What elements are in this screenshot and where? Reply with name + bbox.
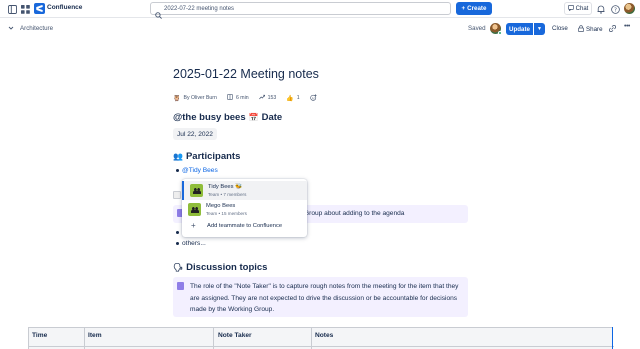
sidebar-toggle-icon[interactable] [7, 4, 17, 14]
list-bullet [176, 242, 179, 245]
mention-option-tidy-bees[interactable]: Tidy Bees 🐝 Team • 7 members [182, 181, 307, 200]
discussion-topics-heading: 🗣 Discussion topics [173, 262, 267, 273]
share-label: Share [586, 25, 603, 33]
app-switcher-icon[interactable] [20, 4, 30, 14]
byline-likes: 1 [296, 95, 300, 101]
list-bullet [176, 231, 179, 234]
mention-option-name: Mego Bees [206, 203, 236, 209]
close-button[interactable]: Close [552, 25, 568, 32]
mention-suggestions-dropdown: Tidy Bees 🐝 Team • 7 members Mego Bees T… [182, 179, 307, 237]
top-navigation-bar: Confluence 2022-07-22 meeting notes + Cr… [0, 0, 640, 19]
chat-button[interactable]: Chat [564, 2, 592, 15]
page-title: 2025-01-22 Meeting notes [173, 67, 319, 81]
mention-option-mego-bees[interactable]: Mego Bees Team • 15 members [182, 200, 307, 219]
date-heading-suffix: Date [261, 112, 283, 123]
note-taker-panel-text: The role of the "Note Taker" is to captu… [190, 283, 459, 313]
list-bullet [176, 169, 179, 172]
discussion-topics-heading-text: Discussion topics [186, 262, 268, 273]
date-chip[interactable]: Jul 22, 2022 [173, 128, 217, 140]
update-options-chevron-icon[interactable]: ▼ [534, 23, 545, 35]
chat-icon [567, 4, 574, 13]
table-header-note-taker[interactable]: Note Taker [218, 332, 252, 339]
create-label: Create [467, 5, 487, 12]
team-avatar-icon [190, 184, 203, 197]
read-time-icon [227, 94, 233, 102]
mention-option-name: Tidy Bees 🐝 [208, 184, 243, 190]
team-avatar-icon [188, 203, 201, 216]
table-header-notes[interactable]: Notes [315, 332, 333, 339]
image-placeholder [173, 191, 181, 199]
add-teammate-plus-icon[interactable]: + [191, 222, 196, 230]
search-icon [155, 6, 162, 24]
date-heading: @the busy bees 📅 Date [173, 112, 282, 123]
speaking-head-icon: 🗣 [173, 263, 184, 272]
note-panel-text: Group about adding to the agenda [304, 210, 405, 217]
create-button[interactable]: + Create [456, 2, 492, 15]
mention-option-members: Team • 15 members [206, 211, 247, 216]
search-input[interactable]: 2022-07-22 meeting notes [150, 2, 451, 19]
mention-option-members: Team • 7 members [208, 192, 247, 197]
search-text: 2022-07-22 meeting notes [164, 5, 235, 12]
mention-tidy-bees[interactable]: @Tidy Bees [182, 167, 218, 174]
calendar-icon: 📅 [248, 113, 259, 122]
help-icon[interactable]: ? [610, 4, 620, 14]
notifications-bell-icon[interactable] [596, 4, 606, 14]
author-emoji-icon: 🦉 [173, 95, 181, 102]
chat-label: Chat [575, 5, 589, 12]
app-name[interactable]: Confluence [47, 4, 82, 11]
meeting-notes-table: Time Item Note Taker Notes [28, 327, 614, 349]
participants-heading: 👥 Participants [173, 151, 240, 162]
views-trend-icon [258, 94, 265, 102]
table-header-time[interactable]: Time [32, 332, 47, 339]
byline-author[interactable]: By Oliver Burn [183, 95, 216, 101]
others-list-item: others... [182, 240, 206, 247]
plus-icon: + [461, 5, 466, 12]
participants-heading-text: Participants [185, 151, 241, 162]
byline-views: 153 [267, 95, 277, 101]
copy-link-icon[interactable] [608, 24, 617, 34]
byline-read-time: 6 min [235, 95, 249, 101]
note-panel-icon [177, 282, 184, 290]
table-header-item[interactable]: Item [88, 332, 102, 339]
add-teammate-option[interactable]: Add teammate to Confluence [207, 223, 282, 229]
lock-icon [578, 24, 584, 34]
saved-status: Saved [468, 25, 486, 32]
table-row-divider [29, 346, 614, 347]
breadcrumb[interactable]: Architecture [20, 25, 53, 32]
more-actions-icon[interactable]: ••• [624, 23, 630, 30]
update-button[interactable]: Update [506, 23, 533, 35]
collapse-chevron-icon[interactable] [8, 25, 14, 33]
page-byline: 🦉 By Oliver Burn 6 min 153 👍 1 [173, 93, 317, 103]
add-reaction-icon[interactable] [309, 93, 317, 103]
user-avatar[interactable] [624, 3, 635, 14]
people-icon: 👥 [173, 152, 183, 161]
table-selection-edge [612, 327, 613, 349]
online-status-dot [498, 31, 502, 35]
share-button[interactable]: Share [578, 23, 606, 35]
svg-text:?: ? [614, 7, 617, 13]
confluence-logo-icon[interactable] [34, 3, 45, 14]
thumbs-up-icon[interactable]: 👍 [286, 95, 293, 102]
date-heading-text: @the busy bees [173, 112, 246, 123]
